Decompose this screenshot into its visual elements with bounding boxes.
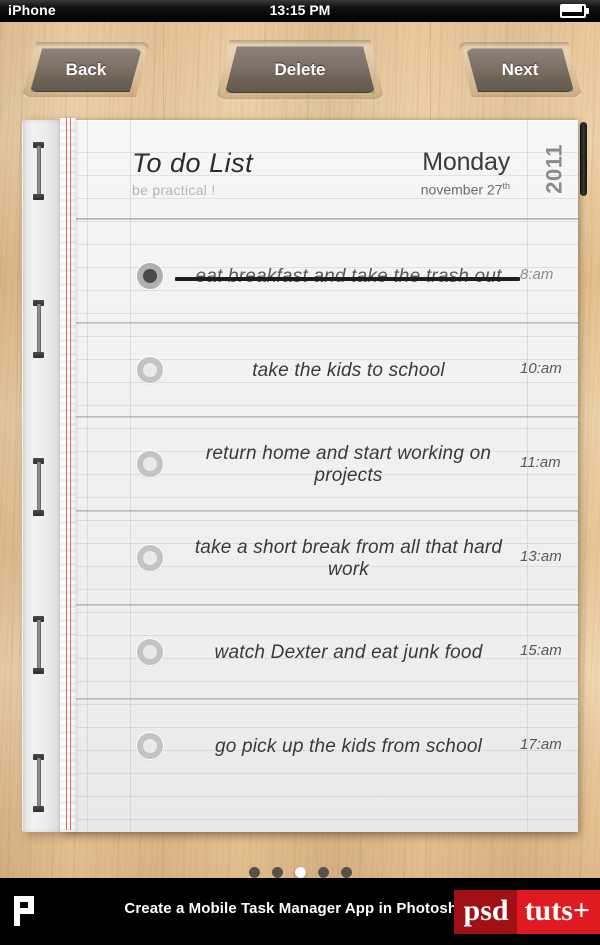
task-time: 15:am [520, 642, 562, 659]
task-row[interactable]: watch Dexter and eat junk food 15:am [62, 606, 578, 700]
task-time: 10:am [520, 360, 562, 377]
task-label: take the kids to school [252, 360, 445, 381]
task-list: eat breakfast and take the trash out8:am… [62, 230, 578, 794]
psdtuts-logo-left: psd [453, 889, 517, 934]
task-time: 13:am [520, 548, 562, 565]
page-dot-active[interactable] [294, 866, 306, 878]
task-checkbox-unchecked[interactable] [137, 639, 163, 665]
date-text: november 27 [420, 181, 503, 198]
delete-button[interactable]: Delete [225, 46, 375, 93]
task-label: return home and start working on project… [205, 443, 492, 486]
psdtuts-logo[interactable]: psd tuts+ [453, 878, 600, 945]
footer-bar: Create a Mobile Task Manager App in Phot… [0, 878, 600, 945]
page-title: To do List [132, 148, 254, 178]
battery-nub [586, 8, 589, 14]
task-strikethrough [175, 277, 520, 281]
paper-sheet: To do List be practical ! Monday novembe… [62, 120, 578, 832]
scrollbar-track[interactable] [579, 120, 588, 830]
margin-red-line [66, 118, 67, 830]
binding-clip [33, 754, 44, 812]
task-time: 17:am [520, 736, 562, 753]
task-checkbox-unchecked[interactable] [137, 451, 163, 477]
page-dot[interactable] [271, 866, 283, 878]
notepad: To do List be practical ! Monday novembe… [22, 118, 578, 836]
date-label: november 27th [421, 181, 510, 198]
notepad-binding [22, 120, 64, 832]
date-ordinal: th [502, 181, 510, 191]
battery-icon [560, 4, 590, 18]
task-checkbox-checked[interactable] [137, 263, 163, 289]
battery-fill [562, 6, 582, 12]
next-button[interactable]: Next [466, 48, 574, 92]
page-dot[interactable] [340, 866, 352, 878]
day-label: Monday [422, 148, 510, 176]
task-row[interactable]: take the kids to school 10:am [62, 324, 578, 418]
binding-clip [33, 142, 44, 200]
page-subtitle: be practical ! [132, 182, 216, 198]
task-label: go pick up the kids from school [214, 736, 483, 757]
margin-red-line [70, 118, 71, 830]
task-row[interactable]: eat breakfast and take the trash out8:am [62, 230, 578, 324]
task-row[interactable]: take a short break from all that hard wo… [62, 512, 578, 606]
task-checkbox-unchecked[interactable] [137, 357, 163, 383]
task-label: take a short break from all that hard wo… [194, 537, 503, 580]
task-checkbox-unchecked[interactable] [137, 545, 163, 571]
scrollbar-thumb[interactable] [580, 122, 587, 196]
task-time: 11:am [520, 454, 561, 471]
task-time: 8:am [520, 266, 554, 283]
task-row[interactable]: return home and start working on project… [62, 418, 578, 512]
task-checkbox-unchecked[interactable] [137, 733, 163, 759]
psdtuts-logo-right: tuts+ [516, 889, 600, 934]
binding-clip [33, 300, 44, 358]
binding-clip [33, 616, 44, 674]
task-row[interactable]: go pick up the kids from school 17:am [62, 700, 578, 794]
binding-clip [33, 458, 44, 516]
header-divider [62, 218, 578, 220]
clock-label: 13:15 PM [269, 2, 331, 18]
page-dot[interactable] [317, 866, 329, 878]
paper-torn-edge [60, 118, 76, 832]
page-dot[interactable] [248, 866, 260, 878]
notepad-header: To do List be practical ! Monday novembe… [62, 134, 578, 212]
status-bar: iPhone 13:15 PM [0, 0, 600, 22]
back-button[interactable]: Back [30, 48, 142, 92]
year-label: 2011 [542, 144, 567, 194]
task-label: watch Dexter and eat junk food [214, 642, 483, 663]
app-screen: iPhone 13:15 PM Back Delete Next To do L… [0, 0, 600, 945]
